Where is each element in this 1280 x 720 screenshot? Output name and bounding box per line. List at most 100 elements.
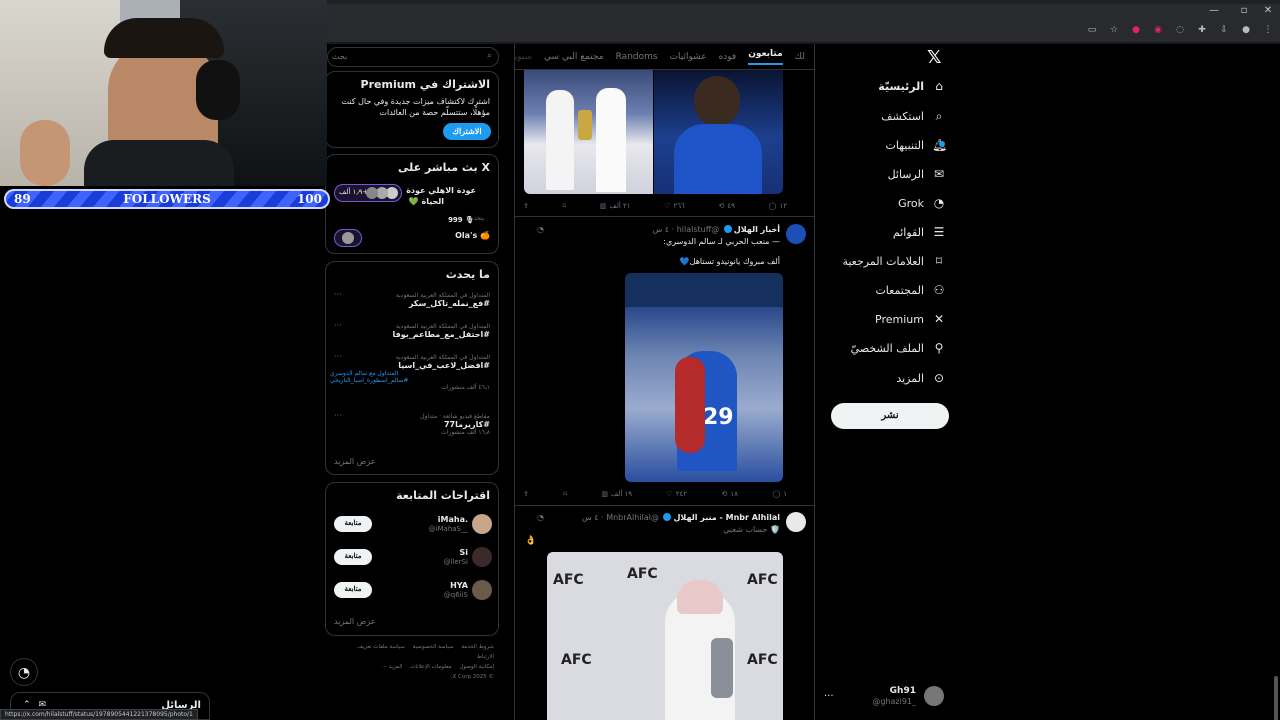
second-space-pill[interactable] (334, 229, 362, 247)
nav-grok[interactable]: Grok ◔ (836, 190, 946, 216)
browser-tab[interactable] (327, 4, 1280, 22)
trend-related-hashtag[interactable]: #سالم_اسطورة_اسيا_التاريخي (330, 377, 490, 384)
subscribe-button[interactable]: الاشتراك (443, 123, 491, 140)
avatar[interactable] (786, 224, 806, 244)
show-more-link[interactable]: عرض المزيد (334, 457, 376, 466)
like-button[interactable]: ♡ ٢٤٢ (667, 488, 688, 500)
retweet-button[interactable]: ⟲ ١٨ (722, 488, 738, 500)
space-title-line2[interactable]: الحياة 💚 (409, 197, 444, 206)
footer-link[interactable]: معلومات الإعلانات (410, 664, 451, 670)
x-logo-icon[interactable]: 𝕏 (927, 49, 945, 67)
trend-related[interactable]: المتداول مع سالم الدوسري (330, 370, 490, 377)
retweet-button[interactable]: ⟲ ٤٩ (719, 200, 735, 212)
tweet-time[interactable]: ٤ س (582, 513, 599, 522)
tab-foodah[interactable]: فوده (719, 52, 737, 62)
author-name[interactable]: Mnbr Alhilal - منبر الهلال (673, 513, 780, 522)
share-button[interactable]: ⇪ (523, 488, 529, 500)
bookmark-button[interactable]: ⌑ (563, 488, 567, 500)
space-title[interactable]: عودة الاهلي عودة (406, 186, 476, 195)
trend-name: #احتفل_مع_مطاعم_بوفا (392, 330, 490, 339)
nav-lists[interactable]: القوائم ☰ (836, 219, 946, 245)
author-handle[interactable]: @hilalstuff (677, 225, 720, 234)
nav-messages[interactable]: الرسائل ✉ (836, 161, 946, 187)
tab-random-ar[interactable]: عشوائيات (670, 52, 707, 62)
more-icon[interactable]: ··· (334, 290, 342, 299)
show-more-link[interactable]: عرض المزيد (334, 617, 376, 626)
tab-for-you[interactable]: لك (795, 52, 805, 62)
more-icon[interactable]: ··· (334, 352, 342, 361)
footer-link[interactable]: المزيد ··· (382, 664, 403, 670)
install-app-icon[interactable]: ▭ (1086, 24, 1098, 36)
nav-more[interactable]: المزيد ⊙ (836, 365, 946, 391)
post-button[interactable]: نشر (831, 403, 949, 429)
account-switcher[interactable]: Gh91 @ghazi91_ (860, 684, 944, 710)
tweet-time[interactable]: ٤ س (652, 225, 669, 234)
bookmark-button[interactable]: ⌑ (563, 200, 567, 212)
follow-button[interactable]: متابعة (334, 582, 372, 598)
reply-button[interactable]: ◯ ١ (772, 488, 787, 500)
menu-dots-icon[interactable]: ⋮ (1262, 24, 1274, 36)
close-icon[interactable]: ✕ (1258, 3, 1278, 19)
scrollbar-thumb[interactable] (1274, 676, 1278, 720)
scrollbar[interactable] (1272, 44, 1280, 720)
second-space-title[interactable]: Ola's 🍊 (455, 231, 490, 240)
extension-icon[interactable]: ◌ (1174, 24, 1186, 36)
trend-item[interactable]: المتداول في المملكة العربية السعودية #فع… (330, 292, 490, 308)
tab-sport[interactable]: سبور (515, 52, 532, 62)
download-icon[interactable]: ⇩ (1218, 24, 1230, 36)
footer-link[interactable]: شروط الخدمة (461, 644, 494, 650)
share-icon: ⇪ (523, 490, 529, 498)
extension-red-icon[interactable]: ● (1130, 24, 1142, 36)
maximize-icon[interactable]: ▫ (1234, 3, 1254, 19)
views-button[interactable]: ▥ ٢١ ألف (600, 200, 631, 212)
nav-bookmarks[interactable]: العلامات المرجعية ⌑ (836, 248, 946, 274)
nav-messages-label: الرسائل (887, 167, 924, 181)
nav-profile[interactable]: الملف الشخصيّ ⚲ (836, 335, 946, 361)
more-icon[interactable]: ··· (334, 321, 342, 330)
grok-small-icon[interactable]: ◔ (537, 513, 544, 522)
puzzle-icon[interactable]: ✚ (1196, 24, 1208, 36)
search-input[interactable]: بحث ⌕ (327, 47, 499, 67)
nav-explore-label: استكشف (881, 109, 924, 123)
extension-shield-icon[interactable]: ◉ (1152, 24, 1164, 36)
author-handle[interactable]: @MnbrAlhilal (606, 513, 659, 522)
like-button[interactable]: ♡ ٢٦٦ (664, 200, 685, 212)
follow-button[interactable]: متابعة (334, 516, 372, 532)
tab-following[interactable]: متابعون (748, 49, 783, 65)
views-button[interactable]: ▥ ١٩ ألف (601, 488, 632, 500)
tab-pc-community[interactable]: مجتمع البي سي (544, 52, 604, 62)
follow-suggestion[interactable]: HYA @q6iiS متابعة (334, 578, 492, 606)
author-name[interactable]: أخبار الهلال (734, 225, 780, 234)
timeline-tabs: لك متابعون فوده عشوائيات Randoms مجتمع ا… (515, 44, 814, 70)
account-more-icon[interactable]: ... (824, 688, 836, 699)
tweet-image[interactable] (654, 70, 783, 194)
avatar[interactable] (786, 512, 806, 532)
star-icon[interactable]: ☆ (1108, 24, 1120, 36)
footer-link[interactable]: سياسة الخصوصية (413, 644, 454, 650)
tweet-image[interactable]: AFC AFC AFC AFC AFC (547, 552, 783, 720)
trend-item[interactable]: مقاطع فيديو شائعة · متداول #كاريرما77 ١٦… (330, 413, 490, 436)
nav-premium[interactable]: Premium ✕ (836, 306, 946, 332)
suggestion-name: iMaha. (437, 515, 468, 524)
tab-randoms[interactable]: Randoms (616, 52, 658, 62)
grok-small-icon[interactable]: ◔ (537, 225, 544, 234)
share-button[interactable]: ⇪ (523, 200, 529, 212)
trend-item[interactable]: المتداول في المملكة العربية السعودية #اح… (330, 323, 490, 339)
profile-icon[interactable]: ● (1240, 24, 1252, 36)
tweet-image[interactable]: 29 (625, 273, 783, 482)
nav-notifications[interactable]: التنبيهات 🔔︎ (836, 132, 948, 158)
nav-communities[interactable]: المجتمعات ⚇ (836, 277, 946, 303)
follow-suggestion[interactable]: Si @llerSi متابعة (334, 545, 492, 573)
reply-button[interactable]: ◯ ١٢ (769, 200, 787, 212)
trend-item[interactable]: المتداول في المملكة العربية السعودية #اف… (330, 354, 490, 391)
follow-suggestion[interactable]: iMaha. @iMahaS__ متابعة (334, 512, 492, 540)
nav-explore[interactable]: استكشف ⌕ (836, 103, 946, 129)
space-listeners-pill[interactable]: ١٫٩ ألف+ (334, 184, 402, 202)
nav-home[interactable]: الرئيسيّة ⌂ (836, 73, 946, 99)
minimize-icon[interactable]: — (1204, 3, 1224, 19)
footer-link[interactable]: إمكانية الوصول (459, 664, 494, 670)
more-icon[interactable]: ··· (334, 411, 342, 420)
tweet-image[interactable] (524, 70, 653, 194)
grok-floating-button[interactable]: ◔ (10, 658, 38, 686)
follow-button[interactable]: متابعة (334, 549, 372, 565)
